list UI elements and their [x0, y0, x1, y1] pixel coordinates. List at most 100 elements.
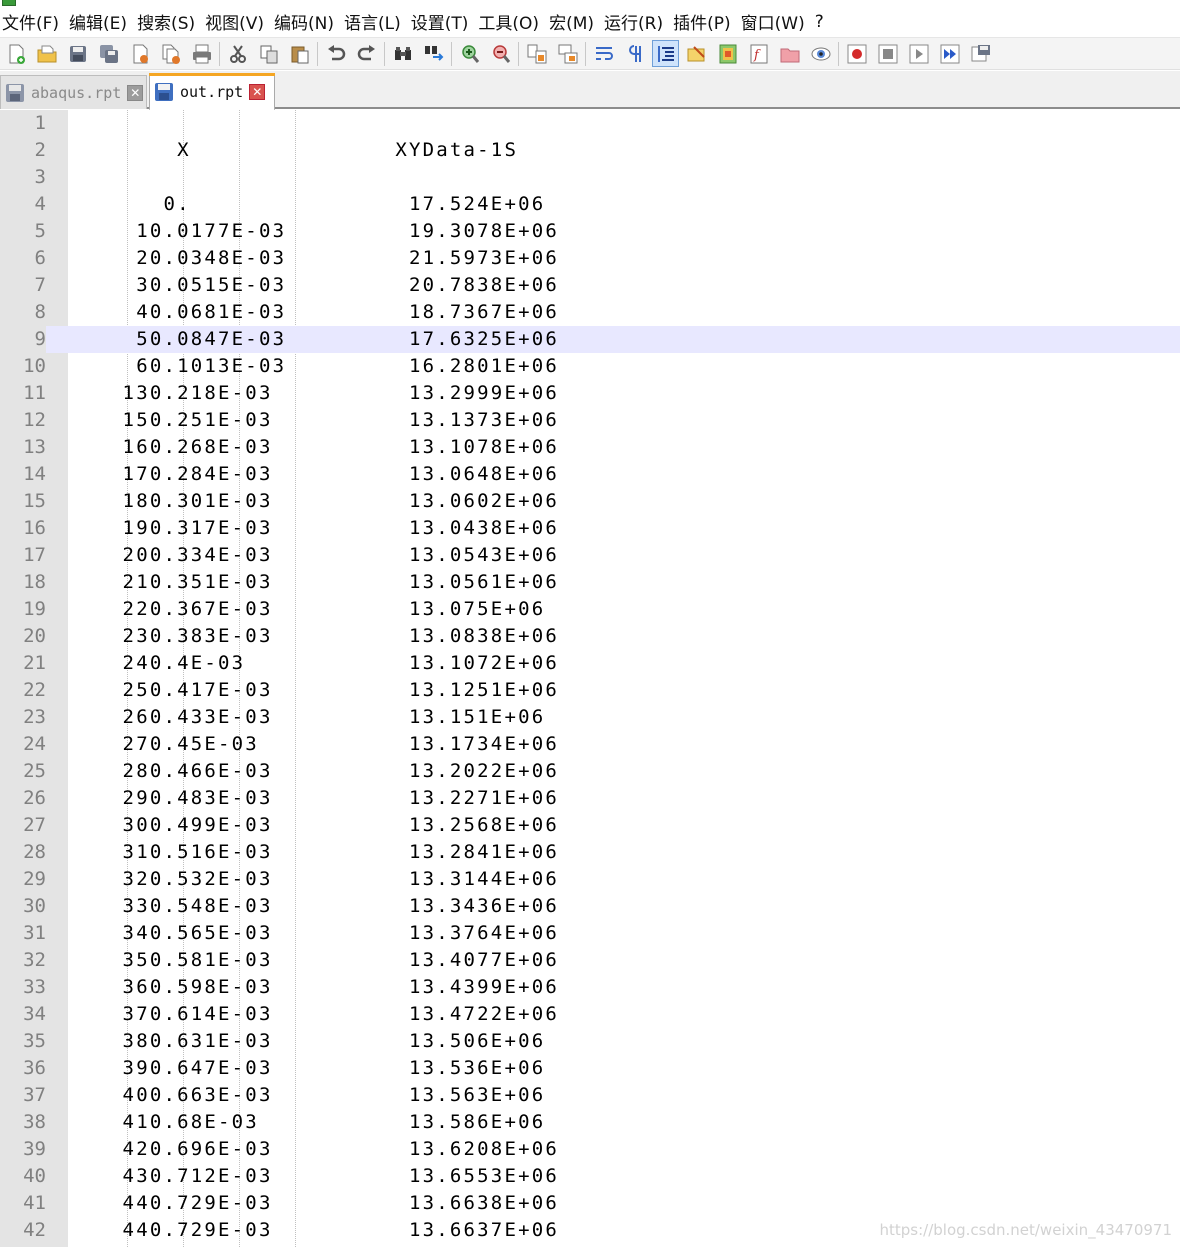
find-button[interactable]: [389, 40, 416, 67]
editor-line[interactable]: 13 160.268E-03 13.1078E+06: [0, 434, 1180, 461]
editor-line[interactable]: 27 300.499E-03 13.2568E+06: [0, 812, 1180, 839]
save-all-button[interactable]: [95, 40, 122, 67]
menu-item[interactable]: 工具(O): [474, 9, 545, 34]
menu-item[interactable]: 搜索(S): [133, 9, 201, 34]
close-button[interactable]: [126, 40, 153, 67]
menu-item[interactable]: 编码(N): [270, 9, 340, 34]
close-all-button[interactable]: [157, 40, 184, 67]
editor-line[interactable]: 5 10.0177E-03 19.3078E+06: [0, 218, 1180, 245]
monitoring-button[interactable]: [807, 40, 834, 67]
editor-line[interactable]: 39 420.696E-03 13.6208E+06: [0, 1136, 1180, 1163]
open-file-button[interactable]: [33, 40, 60, 67]
editor-line[interactable]: 40 430.712E-03 13.6553E+06: [0, 1163, 1180, 1190]
editor-line[interactable]: 25 280.466E-03 13.2022E+06: [0, 758, 1180, 785]
editor-line[interactable]: 37 400.663E-03 13.563E+06: [0, 1082, 1180, 1109]
editor-line[interactable]: 18 210.351E-03 13.0561E+06: [0, 569, 1180, 596]
line-text: 340.565E-03 13.3764E+06: [68, 922, 560, 944]
editor-line[interactable]: 22 250.417E-03 13.1251E+06: [0, 677, 1180, 704]
record-macro-button[interactable]: [843, 40, 870, 67]
editor-line[interactable]: 34 370.614E-03 13.4722E+06: [0, 1001, 1180, 1028]
run-macro-multiple-button[interactable]: [936, 40, 963, 67]
editor-line[interactable]: 19 220.367E-03 13.075E+06: [0, 596, 1180, 623]
replace-button[interactable]: [420, 40, 447, 67]
editor-line[interactable]: 33 360.598E-03 13.4399E+06: [0, 974, 1180, 1001]
document-map-icon: [719, 44, 736, 63]
user-language-button[interactable]: [683, 40, 710, 67]
tab-close-icon[interactable]: ✕: [249, 83, 266, 100]
menu-item[interactable]: 宏(M): [545, 9, 600, 34]
indent-guide-button[interactable]: [652, 40, 679, 67]
editor-line[interactable]: 20 230.383E-03 13.0838E+06: [0, 623, 1180, 650]
show-all-chars-button[interactable]: [621, 40, 648, 67]
tab-close-icon[interactable]: ✕: [127, 84, 144, 101]
editor-line[interactable]: 21 240.4E-03 13.1072E+06: [0, 650, 1180, 677]
paste-button[interactable]: [286, 40, 313, 67]
line-text: 440.729E-03 13.6638E+06: [68, 1192, 560, 1214]
editor-line[interactable]: 32 350.581E-03 13.4077E+06: [0, 947, 1180, 974]
line-text: 200.334E-03 13.0543E+06: [68, 544, 560, 566]
menu-item[interactable]: 运行(R): [600, 9, 669, 34]
undo-button[interactable]: [322, 40, 349, 67]
copy-button[interactable]: [255, 40, 282, 67]
editor-line[interactable]: 16 190.317E-03 13.0438E+06: [0, 515, 1180, 542]
line-number: 34: [23, 1003, 46, 1025]
text-editor[interactable]: 12 X XYData-1S 3 4 0. 17.524E+06 5 10.0177E…: [0, 110, 1180, 1247]
editor-line[interactable]: 2 X XYData-1S: [0, 137, 1180, 164]
tab-out-rpt[interactable]: out.rpt ✕: [149, 73, 275, 111]
menu-item[interactable]: 插件(P): [669, 9, 737, 34]
editor-line[interactable]: 28 310.516E-03 13.2841E+06: [0, 839, 1180, 866]
save-macro-button[interactable]: [967, 40, 994, 67]
toolbar-separator: [838, 41, 839, 66]
editor-line[interactable]: 8 40.0681E-03 18.7367E+06: [0, 299, 1180, 326]
editor-line[interactable]: 6 20.0348E-03 21.5973E+06: [0, 245, 1180, 272]
editor-line[interactable]: 38 410.68E-03 13.586E+06: [0, 1109, 1180, 1136]
editor-line[interactable]: 41 440.729E-03 13.6638E+06: [0, 1190, 1180, 1217]
sync-vertical-button[interactable]: [523, 40, 550, 67]
editor-line[interactable]: 36 390.647E-03 13.536E+06: [0, 1055, 1180, 1082]
editor-line[interactable]: 29 320.532E-03 13.3144E+06: [0, 866, 1180, 893]
line-text: 420.696E-03 13.6208E+06: [68, 1138, 560, 1160]
tab-abaqus-rpt[interactable]: abaqus.rpt ✕: [0, 75, 147, 109]
zoom-in-button[interactable]: [456, 40, 483, 67]
editor-line[interactable]: 11 130.218E-03 13.2999E+06: [0, 380, 1180, 407]
new-file-button[interactable]: [2, 40, 29, 67]
sync-horizontal-button[interactable]: [554, 40, 581, 67]
editor-line[interactable]: 30 330.548E-03 13.3436E+06: [0, 893, 1180, 920]
zoom-out-button[interactable]: [487, 40, 514, 67]
redo-button[interactable]: [353, 40, 380, 67]
cut-button[interactable]: [224, 40, 251, 67]
function-list-button[interactable]: f: [745, 40, 772, 67]
editor-line[interactable]: 1: [0, 110, 1180, 137]
editor-line[interactable]: 9 50.0847E-03 17.6325E+06: [0, 326, 1180, 353]
folder-as-workspace-button[interactable]: [776, 40, 803, 67]
editor-line[interactable]: 17 200.334E-03 13.0543E+06: [0, 542, 1180, 569]
document-map-button[interactable]: [714, 40, 741, 67]
menu-item[interactable]: ?: [811, 12, 830, 32]
editor-line[interactable]: 7 30.0515E-03 20.7838E+06: [0, 272, 1180, 299]
menu-item[interactable]: 语言(L): [340, 9, 407, 34]
stop-recording-button[interactable]: [874, 40, 901, 67]
toolbar-separator: [585, 41, 586, 66]
editor-line[interactable]: 12 150.251E-03 13.1373E+06: [0, 407, 1180, 434]
editor-line[interactable]: 24 270.45E-03 13.1734E+06: [0, 731, 1180, 758]
editor-line[interactable]: 35 380.631E-03 13.506E+06: [0, 1028, 1180, 1055]
editor-line[interactable]: 31 340.565E-03 13.3764E+06: [0, 920, 1180, 947]
menu-item[interactable]: 设置(T): [407, 9, 475, 34]
editor-line[interactable]: 4 0. 17.524E+06: [0, 191, 1180, 218]
menu-item[interactable]: 视图(V): [201, 9, 270, 34]
print-button[interactable]: [188, 40, 215, 67]
editor-line[interactable]: 26 290.483E-03 13.2271E+06: [0, 785, 1180, 812]
line-number: 40: [23, 1165, 46, 1187]
editor-line[interactable]: 23 260.433E-03 13.151E+06: [0, 704, 1180, 731]
tab-label: out.rpt: [180, 82, 244, 101]
menu-item[interactable]: 编辑(E): [65, 9, 133, 34]
editor-line[interactable]: 15 180.301E-03 13.0602E+06: [0, 488, 1180, 515]
menu-item[interactable]: 窗口(W): [737, 9, 811, 34]
editor-line[interactable]: 3: [0, 164, 1180, 191]
playback-macro-button[interactable]: [905, 40, 932, 67]
save-button[interactable]: [64, 40, 91, 67]
editor-line[interactable]: 10 60.1013E-03 16.2801E+06: [0, 353, 1180, 380]
editor-line[interactable]: 14 170.284E-03 13.0648E+06: [0, 461, 1180, 488]
word-wrap-button[interactable]: [590, 40, 617, 67]
menu-item[interactable]: 文件(F): [0, 9, 65, 34]
